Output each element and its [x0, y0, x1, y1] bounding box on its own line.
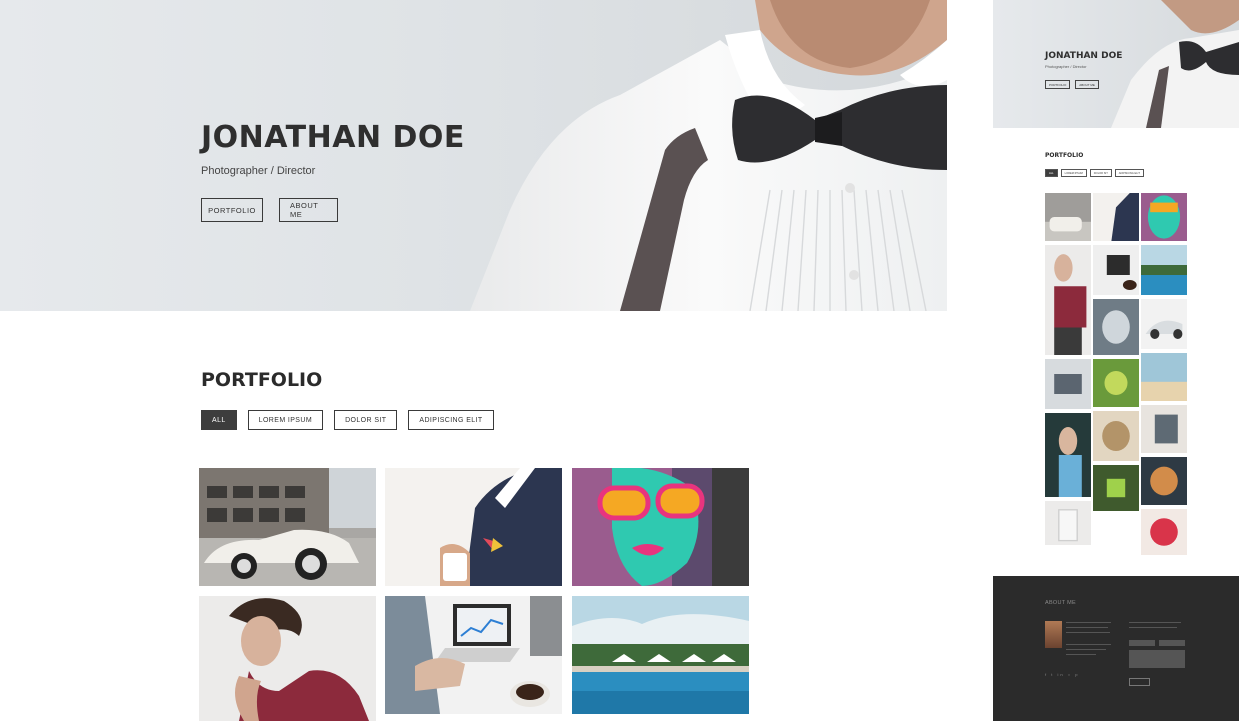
mobile-thumb[interactable]: [1093, 193, 1139, 241]
portfolio-item-pool[interactable]: [572, 596, 749, 714]
mobile-preview: JONATHAN DOE Photographer / Director POR…: [993, 0, 1239, 721]
mobile-thumb[interactable]: [1141, 457, 1187, 505]
mobile-thumb[interactable]: [1045, 193, 1091, 241]
filter-all[interactable]: ALL: [201, 410, 237, 430]
twitter-icon[interactable]: t: [1051, 672, 1054, 677]
mobile-thumb[interactable]: [1141, 405, 1187, 453]
mobile-hero-buttons: PORTFOLIO ABOUT ME: [1045, 80, 1099, 89]
mobile-message-field[interactable]: [1129, 650, 1185, 668]
mobile-name-field[interactable]: [1129, 640, 1155, 646]
hero-name: JONATHAN DOE: [201, 120, 465, 155]
hero-photo: [470, 0, 947, 311]
portfolio-item-vintage-car[interactable]: [199, 468, 376, 586]
mobile-thumb[interactable]: [1045, 359, 1091, 409]
mobile-about-me-button[interactable]: ABOUT ME: [1075, 80, 1099, 89]
hero-buttons: PORTFOLIO ABOUT ME: [201, 198, 465, 222]
instagram-icon[interactable]: ○: [1068, 672, 1072, 677]
mobile-hero-photo: [1111, 0, 1239, 128]
mobile-thumb[interactable]: [1045, 245, 1091, 355]
mobile-hero: JONATHAN DOE Photographer / Director POR…: [993, 0, 1239, 128]
avatar: [1045, 621, 1062, 648]
mobile-thumb[interactable]: [1141, 245, 1187, 295]
filter-adipiscing-elit[interactable]: ADIPISCING ELIT: [408, 410, 494, 430]
mobile-footer: ABOUT ME f t in ○ p: [993, 576, 1239, 721]
mobile-social-icons: f t in ○ p: [1045, 672, 1080, 677]
portfolio-filters: ALL LOREM IPSUM DOLOR SIT ADIPISCING ELI…: [201, 410, 494, 430]
portfolio-button[interactable]: PORTFOLIO: [201, 198, 263, 222]
mobile-hero-role: Photographer / Director: [1045, 64, 1087, 69]
hero-text: JONATHAN DOE Photographer / Director POR…: [201, 120, 465, 222]
filter-dolor-sit[interactable]: DOLOR SIT: [334, 410, 398, 430]
portfolio-item-businessman[interactable]: [385, 468, 562, 586]
mobile-email-field[interactable]: [1159, 640, 1185, 646]
mobile-filter-all[interactable]: ALL: [1045, 169, 1058, 177]
mobile-thumb[interactable]: [1093, 245, 1139, 295]
portfolio-item-graffiti[interactable]: [572, 468, 749, 586]
pinterest-icon[interactable]: p: [1075, 672, 1079, 677]
page-root: JONATHAN DOE Photographer / Director POR…: [0, 0, 1239, 721]
desktop-preview: JONATHAN DOE Photographer / Director POR…: [0, 0, 947, 721]
mobile-send-button[interactable]: [1129, 678, 1150, 686]
facebook-icon[interactable]: f: [1045, 672, 1048, 677]
mobile-thumb[interactable]: [1093, 411, 1139, 461]
mobile-portfolio-button[interactable]: PORTFOLIO: [1045, 80, 1071, 89]
hero-role: Photographer / Director: [201, 165, 316, 177]
hero-section: JONATHAN DOE Photographer / Director POR…: [0, 0, 947, 311]
mobile-thumb[interactable]: [1093, 465, 1139, 511]
mobile-portfolio-title: PORTFOLIO: [1045, 152, 1084, 159]
about-me-button[interactable]: ABOUT ME: [279, 198, 338, 222]
mobile-thumb[interactable]: [1045, 501, 1091, 545]
mobile-about-title: ABOUT ME: [1045, 600, 1077, 606]
filter-lorem-ipsum[interactable]: LOREM IPSUM: [247, 410, 324, 430]
mobile-thumb[interactable]: [1141, 299, 1187, 349]
portfolio-item-laptop[interactable]: [385, 596, 562, 714]
mobile-filters: ALL LOREM IPSUM DOLOR SIT ADIPISCING ELI…: [1045, 169, 1144, 177]
mobile-hero-name: JONATHAN DOE: [1045, 51, 1123, 61]
mobile-thumb[interactable]: [1141, 353, 1187, 401]
portfolio-title: PORTFOLIO: [201, 369, 323, 391]
linkedin-icon[interactable]: in: [1058, 672, 1065, 677]
mobile-thumb[interactable]: [1093, 359, 1139, 407]
mobile-thumb[interactable]: [1093, 299, 1139, 355]
mobile-filter-lorem-ipsum[interactable]: LOREM IPSUM: [1060, 169, 1087, 177]
mobile-thumb[interactable]: [1045, 413, 1091, 497]
mobile-thumb[interactable]: [1141, 193, 1187, 241]
mobile-filter-dolor-sit[interactable]: DOLOR SIT: [1089, 169, 1112, 177]
mobile-thumb[interactable]: [1141, 509, 1187, 555]
portfolio-item-woman-portrait[interactable]: [199, 596, 376, 721]
mobile-filter-adipiscing-elit[interactable]: ADIPISCING ELIT: [1114, 169, 1144, 177]
